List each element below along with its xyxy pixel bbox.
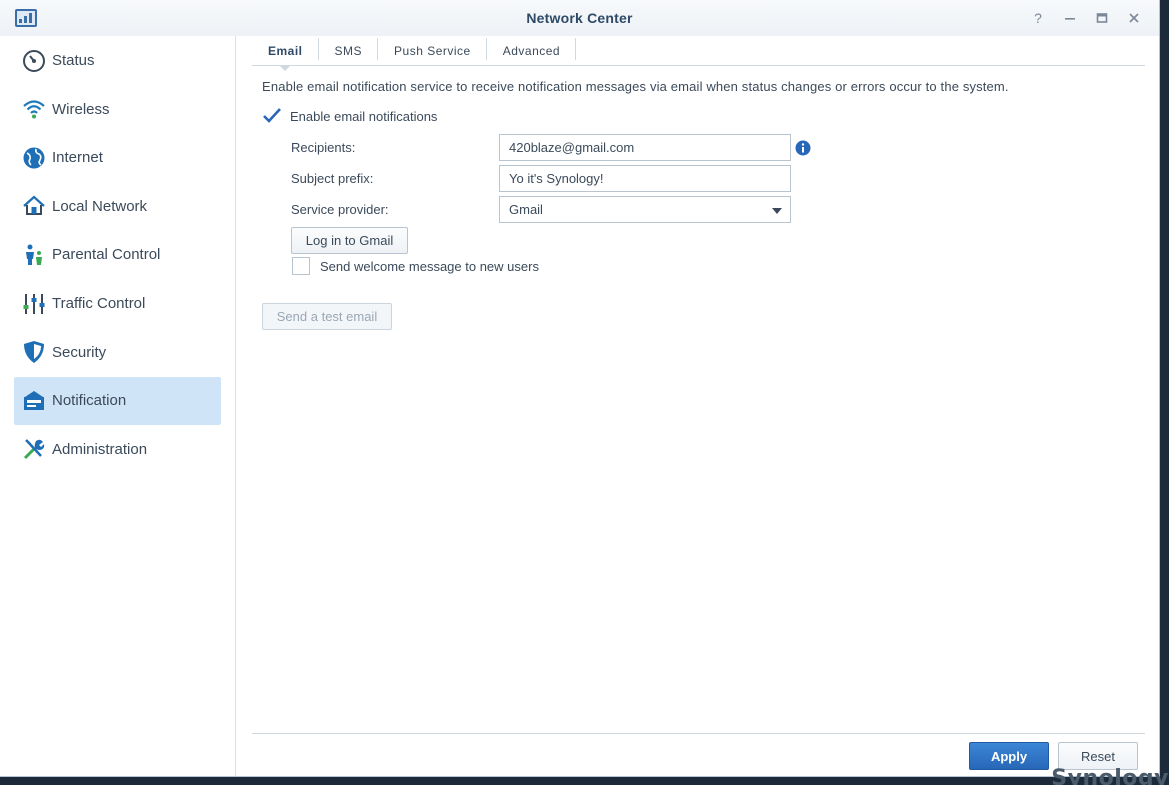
chevron-down-icon <box>772 208 782 214</box>
sliders-icon <box>22 292 46 316</box>
service-provider-value: Gmail <box>509 202 543 217</box>
gauge-icon <box>22 49 46 73</box>
checkmark-icon <box>263 108 281 123</box>
apply-button[interactable]: Apply <box>969 742 1049 770</box>
window-title: Network Center <box>526 10 633 26</box>
send-test-email-button[interactable]: Send a test email <box>262 303 392 330</box>
service-provider-select[interactable]: Gmail <box>499 196 791 223</box>
sidebar-item-label: Status <box>52 52 95 70</box>
email-description: Enable email notification service to rec… <box>262 79 1009 94</box>
welcome-message-checkbox[interactable] <box>292 257 310 275</box>
synology-logo: Synology <box>1051 766 1169 785</box>
sidebar-item-label: Internet <box>52 149 103 167</box>
network-center-window: Network Center ? Status Wireless Interne… <box>0 0 1160 777</box>
sidebar: Status Wireless Internet Local Network P… <box>0 36 236 776</box>
sidebar-item-internet[interactable]: Internet <box>14 134 221 182</box>
tab-push-service[interactable]: Push Service <box>378 36 487 65</box>
info-icon[interactable] <box>795 140 811 156</box>
notification-icon <box>22 389 46 413</box>
house-icon <box>22 194 46 218</box>
globe-icon <box>22 146 46 170</box>
minimize-icon[interactable] <box>1061 9 1079 27</box>
maximize-icon[interactable] <box>1093 9 1111 27</box>
sidebar-item-wireless[interactable]: Wireless <box>14 85 221 133</box>
network-center-app-icon <box>15 9 37 27</box>
enable-email-row: Enable email notifications <box>262 107 437 125</box>
sidebar-item-label: Traffic Control <box>52 295 146 313</box>
recipients-label: Recipients: <box>291 140 356 155</box>
wifi-icon <box>22 97 46 121</box>
sidebar-item-local-network[interactable]: Local Network <box>14 182 221 230</box>
title-bar[interactable]: Network Center ? <box>0 0 1159 36</box>
tab-email[interactable]: Email <box>252 36 319 71</box>
tools-icon <box>22 437 46 461</box>
sidebar-item-security[interactable]: Security <box>14 328 221 376</box>
footer-divider <box>252 733 1145 734</box>
shield-icon <box>22 340 46 364</box>
sidebar-item-label: Parental Control <box>52 246 161 264</box>
sidebar-item-label: Notification <box>52 392 127 410</box>
main-panel: Email SMS Push Service Advanced Enable e… <box>236 36 1159 776</box>
enable-email-label: Enable email notifications <box>290 108 438 124</box>
welcome-message-row: Send welcome message to new users <box>292 257 539 275</box>
help-icon[interactable]: ? <box>1029 9 1047 27</box>
family-icon <box>22 243 46 267</box>
tab-advanced[interactable]: Advanced <box>487 36 577 65</box>
close-icon[interactable] <box>1125 9 1143 27</box>
sidebar-item-notification[interactable]: Notification <box>14 376 221 425</box>
tab-sms[interactable]: SMS <box>319 36 379 65</box>
recipients-input[interactable]: 420blaze@gmail.com <box>499 134 791 161</box>
sidebar-item-traffic-control[interactable]: Traffic Control <box>14 280 221 328</box>
sidebar-item-label: Administration <box>52 440 148 458</box>
sidebar-item-status[interactable]: Status <box>14 37 221 85</box>
sidebar-item-label: Security <box>52 343 107 361</box>
sidebar-item-parental-control[interactable]: Parental Control <box>14 231 221 279</box>
service-provider-label: Service provider: <box>291 202 389 217</box>
login-gmail-button[interactable]: Log in to Gmail <box>291 227 408 254</box>
sidebar-item-label: Wireless <box>52 100 110 118</box>
welcome-message-label: Send welcome message to new users <box>320 258 539 274</box>
subject-prefix-input[interactable]: Yo it's Synology! <box>499 165 791 192</box>
sidebar-item-administration[interactable]: Administration <box>14 425 221 473</box>
sidebar-item-label: Local Network <box>52 197 148 215</box>
enable-email-checkbox[interactable] <box>262 107 281 125</box>
subject-prefix-label: Subject prefix: <box>291 171 374 186</box>
tab-bar: Email SMS Push Service Advanced <box>252 36 1145 71</box>
